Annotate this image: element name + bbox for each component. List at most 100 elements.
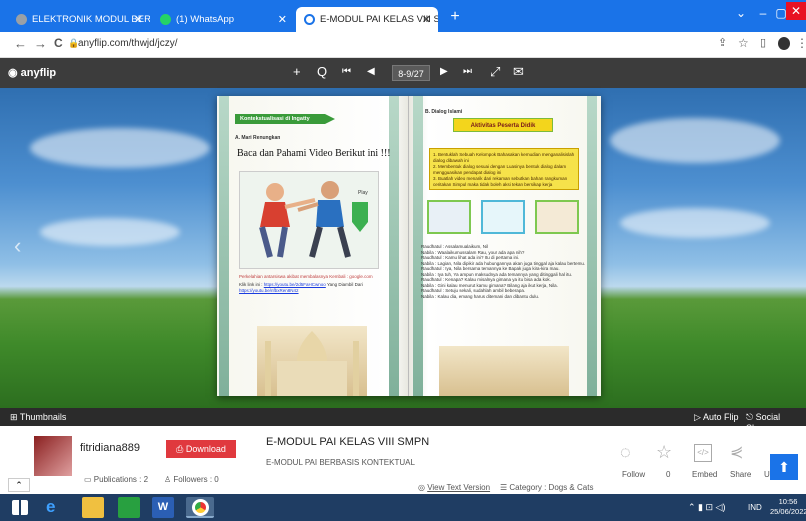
dialog-illustration — [427, 200, 471, 234]
new-tab-button[interactable]: + — [444, 8, 466, 26]
bookmark-star-icon[interactable]: ☆ — [738, 36, 749, 50]
close-window-button[interactable]: ✕ — [786, 2, 806, 20]
user-avatar[interactable] — [34, 436, 72, 476]
tab-emodul[interactable]: E-MODUL PAI KELAS VIII SMPN ✕ — [296, 7, 438, 32]
share-icon: ⎋ — [746, 412, 756, 422]
address-bar: ← → C 🔒 anyflip.com/thwjd/jczy/ ⇪ ☆ ▯ ⋮ — [0, 32, 806, 58]
dialog-illustration — [535, 200, 579, 234]
next-page-button[interactable]: ▶ — [440, 64, 448, 80]
like-star-icon[interactable]: ☆ — [656, 442, 672, 463]
followers-count[interactable]: ♙ Followers : 0 — [164, 475, 219, 484]
publications-count[interactable]: ▭ Publications : 2 — [84, 475, 148, 484]
page-heading: Baca dan Pahami Video Berikut ini !!! — [237, 148, 391, 159]
cloud — [610, 118, 780, 163]
anyflip-tab-icon — [304, 14, 315, 25]
clock[interactable]: 10:56 25/06/2022 — [770, 497, 806, 517]
thumbnails-button[interactable]: ⊞ Thumbnails — [10, 412, 66, 423]
reload-button[interactable]: C — [54, 36, 63, 50]
rss-icon[interactable]: ◌ — [620, 442, 631, 463]
time: 10:56 — [778, 497, 798, 506]
tab-elektronik-modul[interactable]: ELEKTRONIK MODUL BERBASIS K ✕ — [8, 7, 150, 32]
svg-text:Play: Play — [358, 190, 368, 196]
auto-flip-button[interactable]: ▷ Auto Flip — [694, 412, 738, 423]
grid-icon: ⊞ — [10, 412, 20, 422]
tab-search-button[interactable]: ⌄ — [730, 4, 752, 22]
windows-taskbar: e W ⌃ ▮ ⊡ ◁) IND 10:56 25/06/2022 — [0, 494, 806, 521]
system-tray-icons[interactable]: ⌃ ▮ ⊡ ◁) — [688, 502, 725, 513]
first-page-button[interactable]: ⏮ — [342, 64, 351, 80]
instruction-box: 1. Bentuklah Sebuah Kelompok Bahasakan k… — [429, 148, 579, 190]
close-icon[interactable]: ✕ — [278, 13, 287, 26]
download-pdf-button[interactable]: ⎙ Download PDF — [166, 440, 236, 472]
windows-start-icon[interactable] — [12, 500, 28, 515]
instruction-item: 1. Bentuklah Sebuah Kelompok Bahasakan k… — [433, 152, 575, 163]
tab-whatsapp[interactable]: (1) WhatsApp ✕ — [152, 7, 294, 32]
file-explorer-icon[interactable] — [82, 497, 104, 518]
video-links: Klik link ini : https://youtu.be/2d5FaHC… — [239, 282, 363, 293]
section-label: A. Mari Renungkan — [235, 135, 281, 141]
globe-icon — [16, 14, 27, 25]
collapse-button[interactable]: ⌃ — [8, 478, 30, 492]
decor-pillar — [389, 96, 399, 396]
eye-icon: ◎ — [418, 483, 428, 492]
back-button[interactable]: ← — [14, 36, 27, 51]
share-icon[interactable]: ⇪ — [718, 36, 727, 49]
embed-label[interactable]: Embed — [692, 470, 717, 479]
profile-avatar[interactable] — [778, 37, 790, 50]
username[interactable]: fitridiana889 — [80, 442, 140, 454]
video-link[interactable]: https://youtu.be/2d5FaHCwnoo — [264, 282, 326, 287]
flipbook-spread[interactable]: Kontekstualisasi di Ingatty A. Mari Renu… — [217, 96, 601, 396]
embed-icon[interactable]: </> — [694, 444, 712, 462]
left-page[interactable]: Kontekstualisasi di Ingatty A. Mari Renu… — [217, 96, 409, 396]
video-link[interactable]: https://youtu.be/nfbxRen8N42 — [239, 288, 299, 293]
cloud — [620, 208, 770, 238]
follow-label[interactable]: Follow — [622, 470, 645, 479]
publication-subtitle: E-MODUL PAI BERBASIS KONTEKTUAL — [266, 458, 415, 467]
mosque-decoration — [439, 346, 569, 396]
forward-button[interactable]: → — [34, 36, 47, 51]
share-icon[interactable]: ⋞ — [730, 442, 743, 462]
right-page[interactable]: B. Dialog Islami Aktivitas Peserta Didik… — [409, 96, 601, 396]
prev-arrow-icon[interactable]: ‹ — [14, 233, 21, 259]
scroll-up-button[interactable]: ⬆ — [770, 454, 798, 480]
publication-title: E-MODUL PAI KELAS VIII SMPN — [266, 436, 430, 448]
mail-button[interactable]: ✉ — [513, 64, 524, 80]
instruction-item: 3. Buatlah video menarik dari rekaman se… — [433, 176, 568, 187]
close-icon[interactable]: ✕ — [134, 13, 143, 26]
bottom-flip-toolbar: ⊞ Thumbnails ▷ Auto Flip ⎋ Social Share — [0, 408, 806, 433]
zoom-in-button[interactable]: + — [293, 64, 301, 80]
mosque-decoration — [257, 326, 367, 396]
category-link[interactable]: ☰ Category : Dogs & Cats — [500, 483, 593, 492]
flipbook-toolbar: ◉ anyflip + Q ⏮ ◀ 8-9/27 ▶ ⏭ ⤢ ✉ — [0, 58, 806, 88]
prev-page-button[interactable]: ◀ — [367, 64, 375, 80]
language-indicator[interactable]: IND — [748, 503, 762, 512]
page-number-input[interactable]: 8-9/27 — [392, 65, 430, 81]
internet-explorer-icon[interactable]: e — [46, 497, 68, 518]
browser-tab-bar: ELEKTRONIK MODUL BERBASIS K ✕ (1) WhatsA… — [0, 0, 806, 32]
last-page-button[interactable]: ⏭ — [463, 64, 472, 80]
search-button[interactable]: Q — [317, 64, 327, 80]
image-caption: Perkelahian antarsiswa akibat membalasny… — [239, 274, 373, 279]
fullscreen-button[interactable]: ⤢ — [490, 64, 500, 80]
list-icon: ☰ — [500, 483, 510, 492]
anyflip-logo: ◉ anyflip — [8, 67, 57, 79]
book-icon: ▭ — [84, 475, 94, 484]
menu-icon[interactable]: ⋮ — [796, 36, 806, 50]
tab-label: (1) WhatsApp — [176, 14, 235, 25]
cloud — [40, 218, 180, 246]
side-panel-icon[interactable]: ▯ — [760, 36, 766, 49]
view-text-link[interactable]: ◎ View Text Version — [418, 483, 490, 492]
section-banner: Kontekstualisasi di Ingatty — [235, 114, 335, 124]
section-label: B. Dialog Islami — [425, 109, 463, 115]
activity-banner: Aktivitas Peserta Didik — [453, 118, 553, 132]
share-label[interactable]: Share — [730, 470, 751, 479]
store-icon[interactable] — [118, 497, 140, 518]
close-icon[interactable]: ✕ — [422, 13, 431, 26]
cloud — [30, 128, 210, 168]
chrome-icon[interactable] — [186, 497, 214, 518]
url-field[interactable]: anyflip.com/thwjd/jczy/ — [78, 38, 177, 49]
tab-label: E-MODUL PAI KELAS VIII SMPN — [320, 14, 438, 25]
user-icon: ♙ — [164, 475, 174, 484]
word-icon[interactable]: W — [152, 497, 174, 518]
tab-label: ELEKTRONIK MODUL BERBASIS K — [32, 14, 150, 25]
